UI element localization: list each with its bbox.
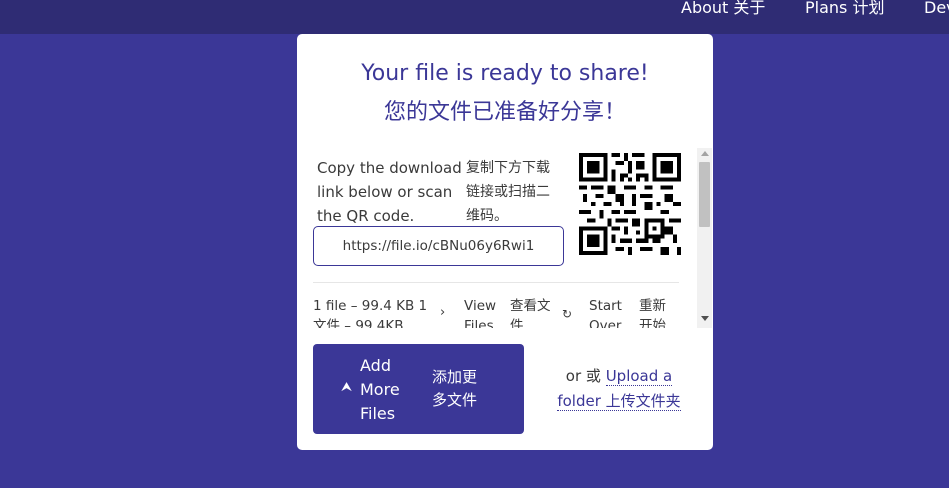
or-label-zh: 或 <box>585 367 601 385</box>
chevron-right-icon: › <box>440 305 446 320</box>
share-title-zh: 您的文件已准备好分享！ <box>383 100 626 125</box>
add-more-files-label-zh: 添加更多文件 <box>432 368 478 409</box>
add-more-files-label-en: Add More Files <box>360 356 400 423</box>
nav-link-dev[interactable]: Dev <box>924 0 949 16</box>
upload-icon: ⮝ <box>341 380 353 395</box>
share-title-en: Your file is ready to share! <box>361 61 649 86</box>
or-label: or <box>565 367 582 385</box>
copy-instructions-zh: 复制下方下载链接或扫描二维码。 <box>466 160 550 224</box>
add-more-files-button[interactable]: ⮝ Add More Files 添加更多文件 <box>313 344 524 434</box>
nav-link-about[interactable]: About 关于 <box>681 0 765 16</box>
divider <box>313 282 679 283</box>
start-over-link-zh[interactable]: 重新开始 <box>639 296 679 328</box>
qr-code-icon <box>579 153 681 255</box>
start-over-link-en[interactable]: Start Over <box>589 296 629 328</box>
scrollbar-thumb[interactable] <box>699 162 710 227</box>
refresh-icon: ↻ <box>562 307 573 321</box>
upload-folder-prompt: or 或 Upload a folder 上传文件夹 <box>548 364 690 414</box>
nav-link-plans[interactable]: Plans 计划 <box>805 0 884 16</box>
top-nav-bar: About 关于 Plans 计划 Dev <box>0 0 949 34</box>
copy-instructions-en: Copy the download link below or scan the… <box>317 159 462 225</box>
scroll-down-arrow-icon[interactable] <box>701 316 709 321</box>
download-link-input[interactable] <box>313 226 564 266</box>
view-files-link-zh[interactable]: 查看文件 <box>510 296 558 328</box>
scroll-up-arrow-icon[interactable] <box>701 151 709 156</box>
file-summary: 1 file – 99.4 KB 1文件 – 99.4KB <box>313 298 428 328</box>
scrollbar[interactable] <box>697 148 712 328</box>
view-files-link-en[interactable]: View Files <box>464 296 504 328</box>
